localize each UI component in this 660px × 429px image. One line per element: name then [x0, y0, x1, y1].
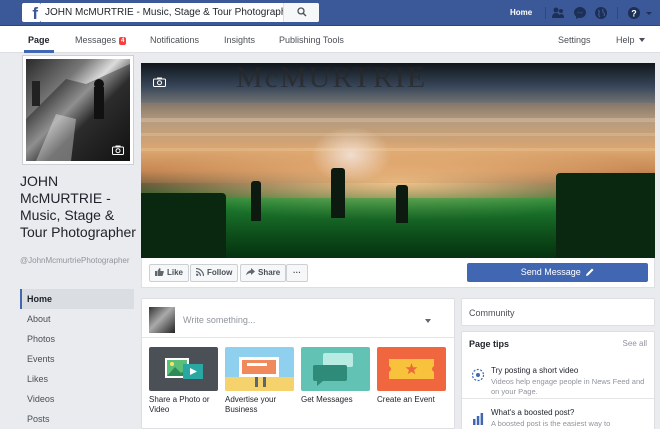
profile-photo [26, 59, 130, 161]
tip-description: A boosted post is the easiest way to [491, 419, 611, 428]
search-input[interactable]: JOHN McMURTRIE - Music, Stage & Tour Pho… [45, 7, 295, 18]
share-photo-video-card[interactable] [149, 347, 218, 391]
sidebar-item-photos[interactable]: Photos [20, 329, 134, 349]
like-label: Like [167, 268, 184, 277]
tab-help[interactable]: Help [616, 35, 645, 45]
side-nav: Home About Photos Events Likes Videos Po… [20, 289, 134, 429]
divider [617, 7, 618, 19]
page-tips-title: Page tips [469, 339, 510, 349]
tab-page[interactable]: Page [28, 35, 50, 45]
send-message-button[interactable]: Send Message [467, 263, 648, 282]
chat-bubble-icon [313, 353, 353, 386]
page-handle[interactable]: @JohnMcmurtriePhotographer [20, 256, 135, 266]
share-photo-video-label[interactable]: Share a Photo or Video [149, 395, 221, 415]
home-link[interactable]: Home [510, 8, 532, 17]
divider [545, 7, 546, 19]
tip-description: Videos help engage people in News Feed a… [491, 377, 645, 396]
friends-icon[interactable] [551, 6, 565, 20]
advertise-business-label[interactable]: Advertise your Business [225, 395, 297, 415]
billboard-icon [225, 357, 294, 391]
camera-icon[interactable] [112, 145, 124, 155]
like-button[interactable]: Like [149, 264, 190, 282]
share-arrow-icon [246, 268, 255, 276]
camera-icon[interactable] [153, 77, 166, 87]
stage-equipment [556, 173, 655, 258]
create-event-label[interactable]: Create an Event [377, 395, 449, 405]
follow-label: Follow [207, 268, 233, 277]
sidebar-item-posts[interactable]: Posts [20, 409, 134, 429]
community-title: Community [469, 308, 515, 318]
rss-icon [195, 267, 205, 277]
avatar [149, 307, 175, 333]
share-label: Share [258, 268, 281, 277]
sidebar-item-likes[interactable]: Likes [20, 369, 134, 389]
tab-messages[interactable]: Messages 4 [75, 35, 127, 45]
sidebar-item-videos[interactable]: Videos [20, 389, 134, 409]
community-box[interactable]: Community [461, 298, 655, 326]
performer-figure [396, 185, 408, 223]
messenger-icon[interactable] [573, 6, 587, 20]
page-nav: Page Messages 4 Notifications Insights Pu… [0, 26, 660, 53]
divider [462, 398, 654, 399]
tab-notifications[interactable]: Notifications [150, 35, 199, 45]
caret-icon[interactable] [645, 6, 653, 20]
chevron-down-icon[interactable] [425, 319, 431, 323]
pencil-icon [586, 268, 594, 276]
page-tips-box: Page tips See all Try posting a short vi… [461, 331, 655, 429]
sidebar-item-about[interactable]: About [20, 309, 134, 329]
send-message-label: Send Message [520, 267, 581, 277]
tab-insights[interactable]: Insights [224, 35, 255, 45]
thumbs-up-icon [155, 268, 164, 276]
performer-figure [331, 168, 345, 218]
sidebar-item-events[interactable]: Events [20, 349, 134, 369]
profile-picture[interactable] [22, 55, 134, 165]
globe-icon[interactable] [594, 6, 608, 20]
facebook-logo-icon[interactable]: f [22, 3, 41, 22]
ticket-icon [389, 359, 434, 379]
tab-messages-label: Messages [75, 35, 117, 45]
video-tip-icon [471, 368, 485, 382]
performer-figure [251, 181, 261, 221]
get-messages-card[interactable] [301, 347, 370, 391]
divider [142, 337, 454, 338]
more-options-button[interactable]: ··· [286, 264, 308, 282]
search-box[interactable]: JOHN McMURTRIE - Music, Stage & Tour Pho… [41, 3, 319, 22]
cover-photo[interactable]: McMURTRIE [141, 63, 655, 258]
chevron-down-icon [638, 38, 645, 42]
tab-settings[interactable]: Settings [558, 35, 591, 45]
stage-equipment [141, 193, 226, 258]
sidebar-item-home[interactable]: Home [20, 289, 134, 309]
get-messages-label[interactable]: Get Messages [301, 395, 373, 405]
tab-publishing-tools[interactable]: Publishing Tools [279, 35, 344, 45]
photo-video-icon [165, 358, 203, 379]
advertise-business-card[interactable] [225, 347, 294, 391]
svg-text:?: ? [631, 9, 637, 19]
see-all-link[interactable]: See all [623, 339, 647, 348]
help-icon[interactable]: ? [627, 6, 641, 20]
messages-badge: 4 [119, 37, 127, 45]
page-title: JOHN McMURTRIE - Music, Stage & Tour Pho… [20, 173, 136, 240]
top-bar: f JOHN McMURTRIE - Music, Stage & Tour P… [0, 0, 660, 26]
write-something-input[interactable]: Write something... [183, 315, 255, 325]
search-icon [297, 7, 307, 17]
follow-button[interactable]: Follow [190, 264, 239, 282]
tip-title[interactable]: What's a boosted post? [491, 408, 574, 417]
post-composer: Write something... Share a Photo or Vide… [141, 298, 455, 429]
tab-help-label: Help [616, 35, 635, 45]
search-button[interactable] [283, 3, 319, 22]
active-tab-indicator [24, 50, 54, 53]
page-action-bar: Like Follow Share ··· Send Message [141, 258, 655, 288]
share-button[interactable]: Share [240, 264, 287, 282]
create-event-card[interactable] [377, 347, 446, 391]
tip-title[interactable]: Try posting a short video [491, 366, 578, 375]
bar-chart-icon [473, 413, 484, 425]
